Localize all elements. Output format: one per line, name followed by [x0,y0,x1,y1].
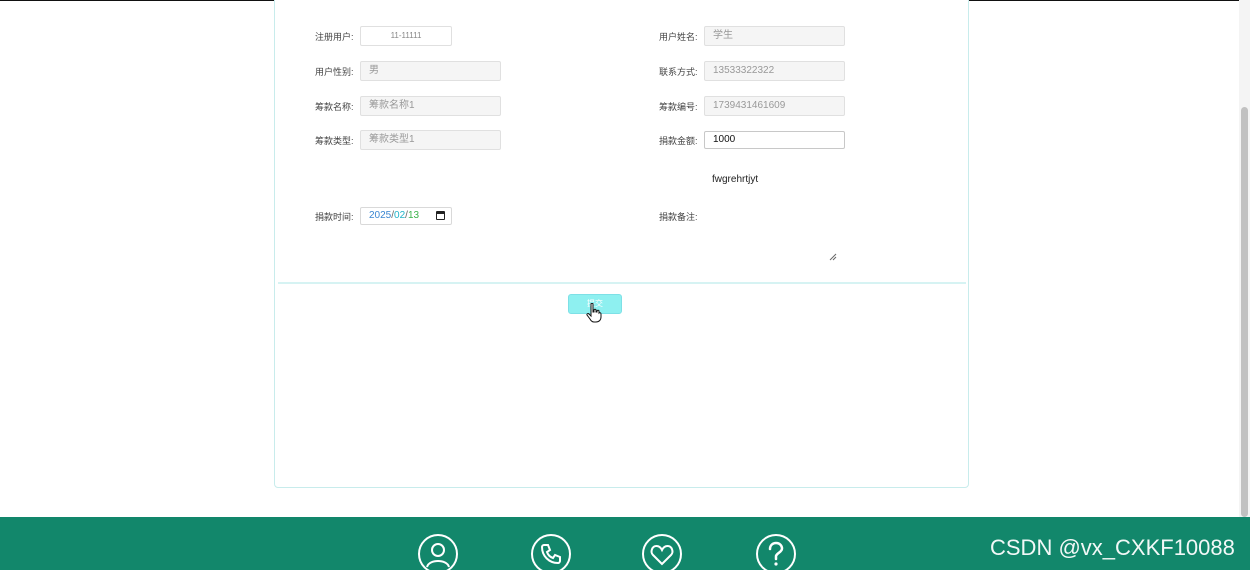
date-day: 13 [407,210,420,221]
contact-label: 联系方式: [659,67,698,77]
fund-name-field[interactable]: 筹款名称1 [360,96,501,116]
reg-user-label: 注册用户: [315,32,354,42]
gender-label: 用户性别: [315,67,354,77]
remark-label: 捐款备注: [659,212,698,222]
phone-icon[interactable] [530,533,572,575]
amount-label: 捐款金额: [659,136,698,146]
user-name-field[interactable]: 学生 [704,26,845,46]
donate-time-label: 捐款时间: [315,212,354,222]
date-month: 02 [394,210,406,221]
amount-input[interactable]: 1000 [704,131,845,149]
resize-handle-icon[interactable] [829,253,837,261]
fund-type-field[interactable]: 筹款类型1 [360,130,501,150]
contact-field[interactable]: 13533322322 [704,61,845,81]
form-divider [278,282,966,284]
remark-textarea[interactable]: fwgrehrtjyt [712,174,758,185]
gender-field[interactable]: 男 [360,61,501,81]
fund-no-label: 筹款编号: [659,102,698,112]
scrollbar-thumb[interactable] [1241,107,1248,517]
watermark-text: CSDN @vx_CXKF10088 [990,535,1235,560]
user-name-label: 用户姓名: [659,32,698,42]
hand-cursor-icon [586,303,602,323]
calendar-icon[interactable] [436,211,445,220]
user-circle-icon[interactable] [417,533,459,575]
heart-icon[interactable] [641,533,683,575]
help-icon[interactable] [755,533,797,575]
fund-type-label: 筹款类型: [315,136,354,146]
fund-no-field[interactable]: 1739431461609 [704,96,845,116]
date-year: 2025 [369,210,392,221]
donate-date-input[interactable]: 2025/02/13 [360,207,452,225]
reg-user-field[interactable]: 11-11111 [360,26,452,46]
fund-name-label: 筹款名称: [315,102,354,112]
